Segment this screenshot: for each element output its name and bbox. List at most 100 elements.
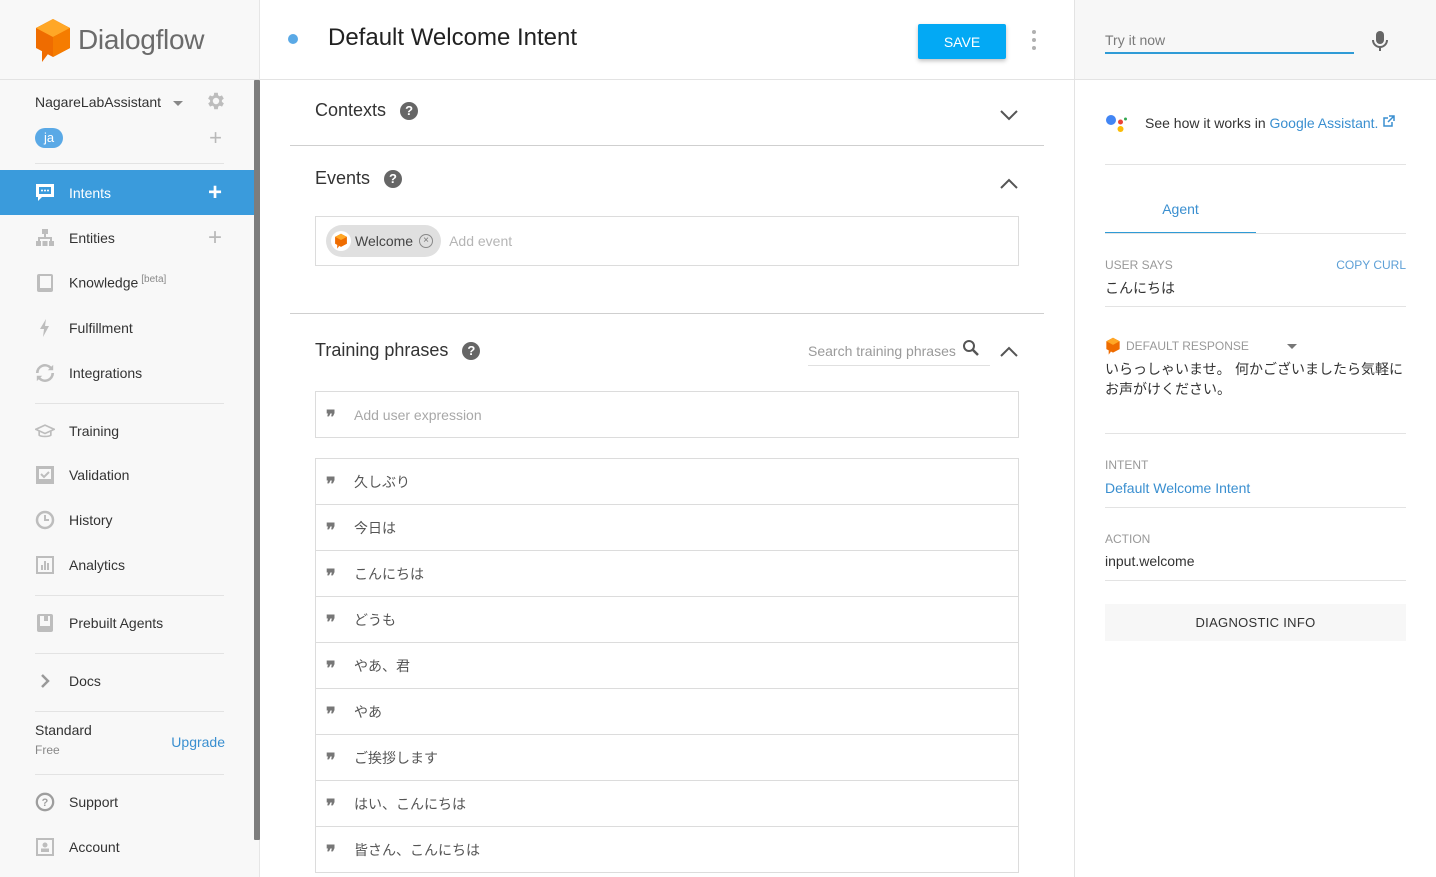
intents-icon <box>35 183 55 203</box>
nav-label: History <box>69 511 113 528</box>
divider <box>1105 580 1406 581</box>
sidebar-item-training[interactable]: Training <box>0 408 254 453</box>
intent-priority-dot[interactable] <box>288 34 298 44</box>
intent-editor: Default Welcome Intent SAVE Contexts ? E… <box>260 0 1075 877</box>
training-phrase-text[interactable]: ご挨拶します <box>354 748 438 768</box>
training-phrase-row[interactable]: ❞ こんにちは <box>316 551 1018 597</box>
add-intent-icon[interactable]: + <box>208 180 222 205</box>
nav-label: Support <box>69 793 119 810</box>
tab-agent[interactable]: Agent <box>1105 186 1256 234</box>
chevron-up-icon[interactable] <box>998 341 1020 363</box>
quote-icon: ❞ <box>326 611 336 633</box>
sidebar-item-account[interactable]: Account <box>0 824 254 869</box>
search-icon[interactable] <box>962 339 980 357</box>
add-language-icon[interactable]: + <box>209 127 222 149</box>
divider <box>290 145 1044 146</box>
divider <box>1105 433 1406 434</box>
help-icon[interactable]: ? <box>400 101 419 120</box>
sidebar-item-prebuilt-agents[interactable]: Prebuilt Agents <box>0 600 254 645</box>
nav-label: Prebuilt Agents <box>69 614 164 631</box>
intent-title[interactable]: Default Welcome Intent <box>328 24 577 52</box>
more-options-icon[interactable] <box>1030 30 1038 50</box>
nav-label: Docs <box>69 672 101 689</box>
agent-name: NagareLabAssistant <box>35 94 162 110</box>
add-entity-icon[interactable]: + <box>208 225 222 250</box>
matched-intent-link[interactable]: Default Welcome Intent <box>1105 480 1250 496</box>
divider <box>35 403 224 404</box>
training-phrases-section-header[interactable]: Training phrases ? <box>315 340 481 361</box>
training-phrase-text[interactable]: 今日は <box>354 518 396 538</box>
divider <box>1105 306 1406 307</box>
try-it-now-input[interactable] <box>1105 28 1354 54</box>
caret-down-icon[interactable] <box>1287 344 1297 349</box>
svg-text:?: ? <box>42 797 49 809</box>
events-input[interactable]: Welcome × <box>315 216 1019 266</box>
add-user-expression-input[interactable] <box>354 406 954 423</box>
training-phrase-text[interactable]: やあ <box>354 702 382 722</box>
sidebar-item-fulfillment[interactable]: Fulfillment <box>0 305 254 350</box>
quote-icon: ❞ <box>326 519 336 541</box>
help-icon[interactable]: ? <box>384 169 403 188</box>
training-phrases-search[interactable] <box>808 336 990 366</box>
sidebar-item-intents[interactable]: Intents + <box>0 170 254 215</box>
quote-icon: ❞ <box>326 473 336 495</box>
training-phrase-text[interactable]: やあ、君 <box>354 656 410 676</box>
language-badge[interactable]: ja <box>35 128 64 148</box>
sidebar-item-docs[interactable]: Docs <box>0 658 254 703</box>
gear-icon[interactable] <box>205 90 227 117</box>
diagnostic-info-button[interactable]: DIAGNOSTIC INFO <box>1105 604 1406 641</box>
remove-event-icon[interactable]: × <box>419 234 434 248</box>
sidebar-item-integrations[interactable]: Integrations <box>0 350 254 395</box>
knowledge-icon <box>35 273 55 293</box>
training-phrase-text[interactable]: 久しぶり <box>354 472 410 492</box>
training-phrase-row[interactable]: ❞ 皆さん、こんにちは <box>316 827 1018 873</box>
divider <box>290 313 1044 314</box>
training-phrase-text[interactable]: はい、こんにちは <box>354 794 466 814</box>
add-event-input[interactable] <box>449 233 650 249</box>
default-response-label: DEFAULT RESPONSE <box>1126 339 1249 353</box>
training-phrase-text[interactable]: 皆さん、こんにちは <box>354 840 480 860</box>
event-chip[interactable]: Welcome × <box>326 225 442 257</box>
sidebar-item-analytics[interactable]: Analytics <box>0 542 254 587</box>
training-phrase-row[interactable]: ❞ どうも <box>316 597 1018 643</box>
save-button[interactable]: SAVE <box>918 24 1006 59</box>
search-training-phrases-input[interactable] <box>808 342 958 359</box>
test-console: See how it works in Google Assistant. Ag… <box>1075 0 1436 877</box>
sidebar-item-entities[interactable]: Entities + <box>0 215 254 260</box>
dialogflow-logo[interactable]: Dialogflow <box>0 0 259 80</box>
add-user-expression[interactable]: ❞ <box>315 391 1019 438</box>
upgrade-link[interactable]: Upgrade <box>171 734 225 750</box>
nav-label: Integrations <box>69 364 143 381</box>
training-phrase-text[interactable]: こんにちは <box>354 564 424 584</box>
agent-selector[interactable]: NagareLabAssistant <box>35 90 227 114</box>
sidebar-item-support[interactable]: ? Support <box>0 779 254 824</box>
sidebar-item-knowledge[interactable]: Knowledge [beta] <box>0 260 254 305</box>
training-phrase-text[interactable]: どうも <box>354 610 396 630</box>
training-phrase-row[interactable]: ❞ 久しぶり <box>316 459 1018 505</box>
contexts-section-header[interactable]: Contexts ? <box>315 100 419 121</box>
nav-label: Knowledge [beta] <box>69 274 166 291</box>
training-phrase-row[interactable]: ❞ はい、こんにちは <box>316 781 1018 827</box>
caret-down-icon <box>173 101 184 106</box>
support-icon: ? <box>35 792 55 812</box>
divider <box>1105 507 1406 508</box>
training-phrase-row[interactable]: ❞ ご挨拶します <box>316 735 1018 781</box>
training-phrase-row[interactable]: ❞ やあ <box>316 689 1018 735</box>
entities-icon <box>35 228 55 248</box>
google-assistant-link[interactable]: Google Assistant. <box>1270 115 1396 131</box>
chevron-down-icon[interactable] <box>998 104 1020 126</box>
training-phrase-row[interactable]: ❞ 今日は <box>316 505 1018 551</box>
copy-curl-button[interactable]: COPY CURL <box>1336 258 1406 272</box>
default-response-header[interactable]: DEFAULT RESPONSE <box>1105 337 1305 355</box>
google-assistant-icon <box>1106 115 1127 132</box>
training-phrase-row[interactable]: ❞ やあ、君 <box>316 643 1018 689</box>
sidebar-item-validation[interactable]: Validation <box>0 452 254 497</box>
microphone-icon[interactable] <box>1371 30 1389 52</box>
help-icon[interactable]: ? <box>462 341 481 360</box>
brand-name: Dialogflow <box>78 23 205 55</box>
sidebar-item-history[interactable]: History <box>0 497 254 542</box>
prebuilt-agents-icon <box>35 613 55 633</box>
chevron-up-icon[interactable] <box>998 173 1020 195</box>
analytics-icon <box>35 555 55 575</box>
events-section-header[interactable]: Events ? <box>315 168 403 189</box>
